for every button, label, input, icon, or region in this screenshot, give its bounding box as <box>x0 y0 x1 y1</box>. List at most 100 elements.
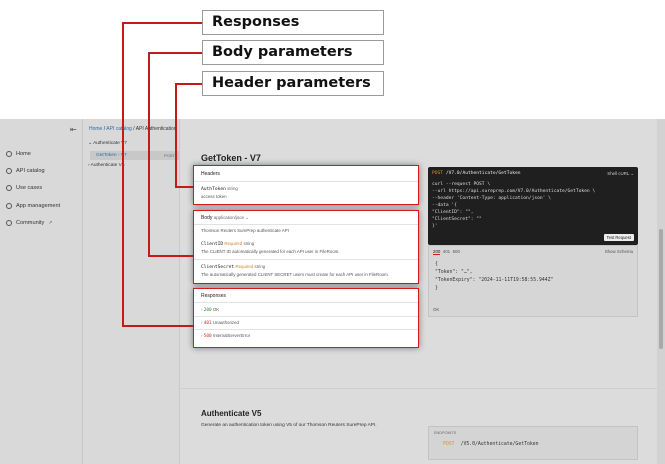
test-request-button[interactable]: Test Request <box>603 234 634 241</box>
endpoints-panel: ENDPOINTS POST/V5.0/Authenticate/GetToke… <box>428 426 638 460</box>
code-line: --data '{ <box>432 203 457 208</box>
body-param-clientsecret-row: ClientSecret Required string <box>201 264 265 270</box>
page-title: GetToken - V7 <box>201 153 261 163</box>
response-text: InternalServerError <box>212 333 251 338</box>
use-cases-icon <box>6 185 12 191</box>
tab-401[interactable]: 401 <box>443 249 450 254</box>
body-param-desc: The CLIENT ID automatically generated fo… <box>201 249 340 254</box>
breadcrumb-catalog[interactable]: API catalog <box>106 126 132 132</box>
divider <box>194 316 418 317</box>
responses-title: Responses <box>201 293 227 299</box>
header-connector <box>175 186 194 188</box>
response-row-200[interactable]: › 200 OK <box>201 307 219 313</box>
sidebar-item-use-cases[interactable]: Use cases <box>6 185 42 191</box>
header-param-type: string <box>227 186 238 191</box>
breadcrumb-current: API Authentication <box>135 126 177 132</box>
code-line: --url https://api.sureprep.com/V7.0/Auth… <box>432 189 596 194</box>
sidebar-item-community[interactable]: Community ↗ <box>6 220 53 226</box>
body-title: Body <box>201 215 213 221</box>
body-title-row: Body application/json ⌄ <box>201 215 249 221</box>
tab-200[interactable]: 200 <box>433 249 441 255</box>
code-line: "ClientSecret": "" <box>432 217 482 222</box>
required-badge: Required <box>235 264 254 269</box>
code-endpoint: POST /V7.0/Authenticate/GetToken <box>432 171 521 176</box>
endpoint-path: /V5.0/Authenticate/GetToken <box>460 442 539 447</box>
sidebar-item-label: Home <box>16 151 31 157</box>
code-line: "ClientID": "", <box>432 210 474 215</box>
headers-card: Headers AuthToken string access token <box>193 165 419 205</box>
response-code: 401 <box>203 321 212 326</box>
code-method: POST <box>432 171 444 176</box>
developer-portal: ⇤ Home API catalog Use cases App managem… <box>0 119 665 464</box>
sidebar-item-label: Community <box>16 220 45 226</box>
breadcrumb-home[interactable]: Home <box>89 126 102 132</box>
header-param-row: AuthToken string <box>201 186 238 192</box>
endpoint-row[interactable]: POST/V5.0/Authenticate/GetToken <box>443 442 539 447</box>
section-desc: Generate an authentication token using V… <box>201 423 377 428</box>
scrollbar[interactable] <box>657 119 665 464</box>
divider <box>194 181 418 182</box>
response-line: { <box>435 262 438 267</box>
code-line: curl --request POST \ <box>432 182 491 187</box>
responses-card: Responses › 200 OK › 401 Unauthorized › … <box>193 288 419 348</box>
response-text: Unauthorized <box>212 320 239 325</box>
sidebar-item-app-management[interactable]: App management <box>6 203 60 209</box>
community-icon <box>6 220 12 226</box>
tree-group-authenticate-v5[interactable]: › Authenticate V5 <box>88 163 125 168</box>
code-line: --header 'Content-Type: application/json… <box>432 196 551 201</box>
responses-callout: Responses <box>202 10 384 35</box>
tab-500[interactable]: 500 <box>453 249 460 254</box>
breadcrumb: Home / API catalog / API Authentication <box>89 126 177 132</box>
header-param-desc: access token <box>201 194 227 199</box>
code-sample-panel: POST /V7.0/Authenticate/GetToken Shell c… <box>428 167 638 245</box>
body-param-name: ClientSecret <box>201 265 235 270</box>
screenshot-stage: Responses Body parameters Header paramet… <box>0 0 665 464</box>
endpoint-method: POST <box>443 442 455 447</box>
header-connector <box>175 83 177 187</box>
language-select[interactable]: Shell cURL ⌄ <box>607 171 634 177</box>
tree-item-method: POST <box>164 153 175 158</box>
response-code: 200 <box>203 308 212 313</box>
required-badge: Required <box>224 241 243 246</box>
sidebar-item-api-catalog[interactable]: API catalog <box>6 168 45 174</box>
collapse-sidebar-icon[interactable]: ⇤ <box>70 125 77 134</box>
divider <box>194 302 418 303</box>
responses-connector <box>122 325 194 327</box>
responses-connector <box>122 22 124 326</box>
app-icon <box>6 203 12 209</box>
responses-connector <box>122 22 202 24</box>
divider <box>194 224 418 225</box>
body-parameters-callout: Body parameters <box>202 40 384 65</box>
code-path: /V7.0/Authenticate/GetToken <box>443 171 521 176</box>
external-link-icon: ↗ <box>48 220 53 226</box>
show-schema-toggle[interactable]: Show Schema <box>605 249 633 254</box>
response-code: 500 <box>203 334 212 339</box>
response-row-500[interactable]: › 500 InternalServerError <box>201 333 250 339</box>
sidebar-item-home[interactable]: Home <box>6 151 31 157</box>
sidebar-item-label: API catalog <box>16 168 45 174</box>
section-title-authenticate-v5: Authenticate V5 <box>201 409 262 418</box>
body-card: Body application/json ⌄ Thomson Reuters … <box>193 210 419 284</box>
sidebar-item-label: App management <box>16 203 61 209</box>
content-type-select[interactable]: application/json ⌄ <box>214 215 249 220</box>
body-connector <box>148 52 202 54</box>
body-connector <box>148 52 150 256</box>
header-param-name: AuthToken <box>201 187 226 192</box>
chevron-right-icon: › <box>201 333 203 338</box>
body-param-desc: The automatically generated CLIENT SECRE… <box>201 272 389 277</box>
api-tree: ⌄ Authenticate V7 › Authenticate V5 <box>84 119 180 464</box>
response-line: "Token": "…", <box>435 270 473 275</box>
scrollbar-thumb[interactable] <box>659 229 663 349</box>
response-example-panel: 200 401 500 Show Schema { "Token": "…", … <box>428 245 638 317</box>
section-divider <box>181 388 657 389</box>
divider <box>194 329 418 330</box>
sidebar-item-label: Use cases <box>16 185 43 191</box>
headers-title: Headers <box>201 171 220 177</box>
response-text: OK <box>212 307 220 312</box>
body-desc: Thomson Reuters SurePrep authenticate AP… <box>201 228 289 233</box>
header-connector <box>175 83 202 85</box>
body-connector <box>148 255 194 257</box>
endpoints-label: ENDPOINTS <box>434 431 457 435</box>
body-param-clientid-row: ClientID Required string <box>201 241 254 247</box>
response-row-401[interactable]: › 401 Unauthorized <box>201 320 239 326</box>
